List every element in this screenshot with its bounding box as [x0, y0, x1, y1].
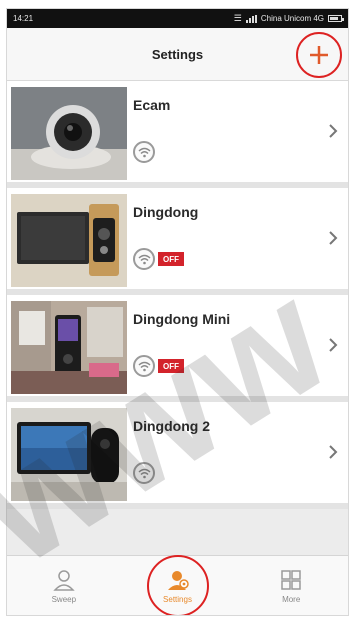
- tab-bar: Sweep Settings More: [7, 554, 348, 615]
- tab-more[interactable]: More: [234, 556, 348, 615]
- chevron-right-icon: [329, 124, 338, 138]
- device-badges: [133, 141, 155, 163]
- chevron-right-icon: [329, 445, 338, 459]
- device-name: Dingdong 2: [133, 418, 210, 434]
- status-tag: OFF: [158, 359, 184, 373]
- person-icon: [53, 569, 75, 591]
- device-thumbnail: [11, 194, 127, 287]
- device-thumbnail: [11, 301, 127, 394]
- chevron-right-icon: [329, 338, 338, 352]
- device-name: Dingdong Mini: [133, 311, 231, 327]
- status-indicators: ☰ China Unicom 4G: [233, 13, 344, 24]
- battery-icon: [328, 15, 344, 22]
- page-title: Settings: [151, 46, 204, 62]
- add-device-button[interactable]: [296, 32, 342, 78]
- device-name: Dingdong: [133, 204, 199, 220]
- tab-settings[interactable]: Settings: [121, 554, 235, 615]
- status-carrier: China Unicom 4G: [260, 14, 324, 23]
- tab-sweep[interactable]: Sweep: [7, 556, 121, 615]
- chevron-right-icon: [329, 231, 338, 245]
- wifi-icon: [133, 462, 155, 484]
- device-badges: OFF: [133, 355, 184, 377]
- device-badges: OFF: [133, 248, 184, 270]
- wifi-status-icon: ☰: [233, 13, 242, 23]
- signal-icon: [245, 14, 257, 23]
- device-list: Ecam Dingdong OFF Dingdong Mini OFF Ding…: [7, 81, 348, 509]
- status-tag: OFF: [158, 252, 184, 266]
- device-name: Ecam: [133, 97, 171, 113]
- grid-icon: [281, 569, 301, 590]
- device-thumbnail: [11, 87, 127, 180]
- device-badges: [133, 462, 155, 484]
- device-thumbnail: [11, 408, 127, 501]
- device-row-dingdong-mini[interactable]: Dingdong Mini OFF: [7, 295, 348, 402]
- tab-label: Sweep: [51, 594, 77, 604]
- wifi-icon: [133, 355, 155, 377]
- status-time: 14:21: [13, 14, 34, 23]
- plus-icon: [310, 46, 328, 64]
- phone-screen: 14:21 ☰ China Unicom 4G Settings Ecam Di…: [6, 8, 349, 616]
- tab-label: More: [282, 594, 301, 604]
- status-bar: 14:21 ☰ China Unicom 4G: [7, 9, 348, 28]
- header: Settings: [7, 28, 348, 81]
- device-row-dingdong-2[interactable]: Dingdong 2: [7, 402, 348, 509]
- wifi-icon: [133, 248, 155, 270]
- device-row-dingdong[interactable]: Dingdong OFF: [7, 188, 348, 295]
- highlight-circle: [146, 554, 209, 615]
- device-row-ecam[interactable]: Ecam: [7, 81, 348, 188]
- wifi-icon: [133, 141, 155, 163]
